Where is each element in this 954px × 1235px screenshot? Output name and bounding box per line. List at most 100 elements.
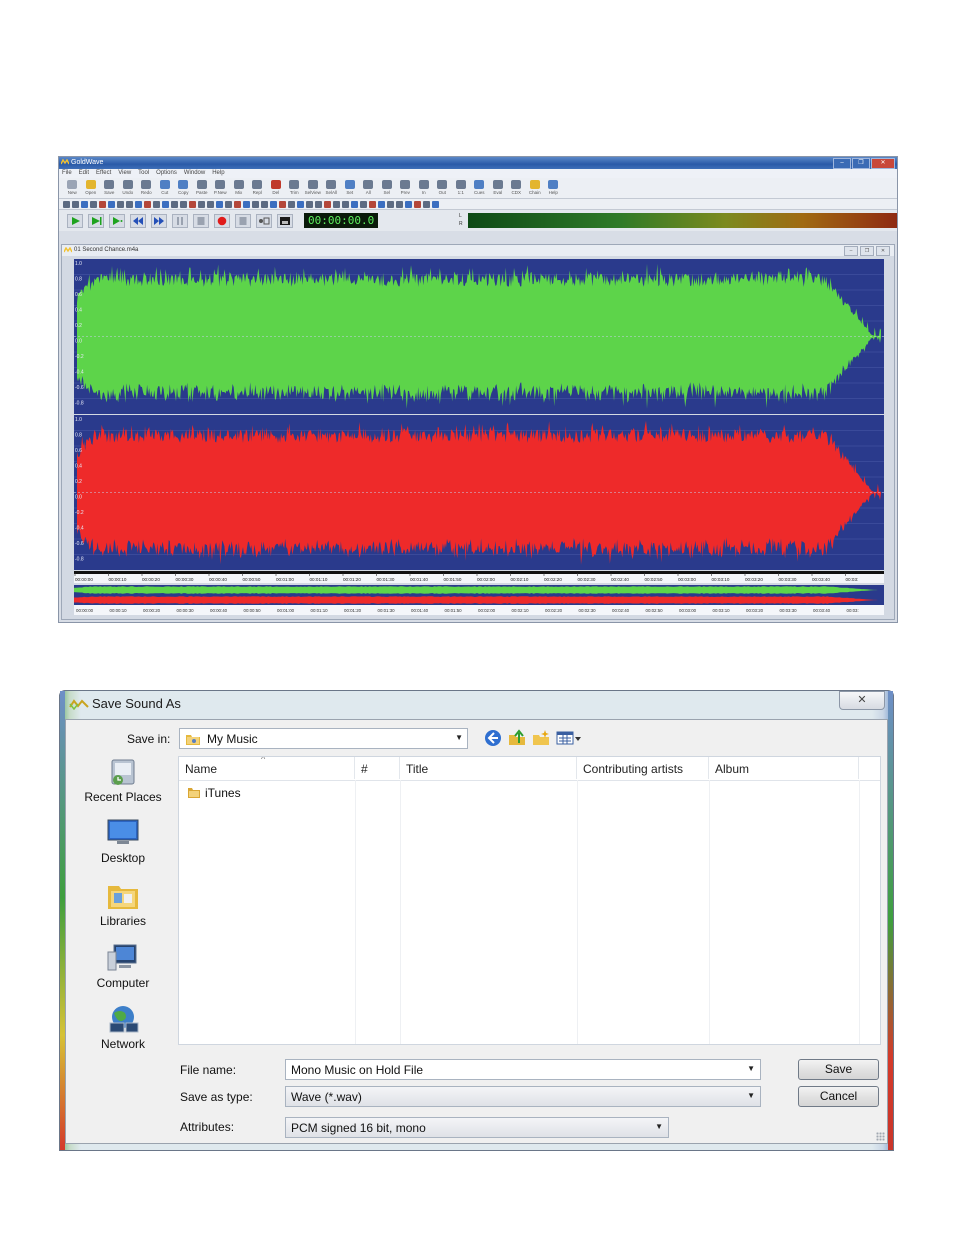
doc-restore-button[interactable]: ❐ [860,246,874,256]
column-header-album[interactable]: Album [709,757,859,779]
stop-button[interactable] [193,213,209,228]
doc-close-button[interactable]: ✕ [876,246,890,256]
trim-button[interactable]: Trim [285,179,304,198]
effect-tool-icon[interactable] [315,200,322,208]
effect-tool-icon[interactable] [414,200,421,208]
view-menu-icon[interactable] [556,729,582,747]
effect-tool-icon[interactable] [162,200,169,208]
save-in-dropdown[interactable]: My Music ▼ [179,728,468,749]
save-button[interactable]: Save [100,179,119,198]
effect-tool-icon[interactable] [180,200,187,208]
effect-tool-icon[interactable] [63,200,70,208]
del-button[interactable]: Del [267,179,286,198]
device-controls-button[interactable] [277,213,293,228]
all-button[interactable]: All [359,179,378,198]
place-libraries[interactable]: Libraries [69,880,177,928]
file-name-field[interactable]: Mono Music on Hold File [291,1063,423,1077]
effect-tool-icon[interactable] [288,200,295,208]
chevron-down-icon[interactable]: ▼ [747,1064,755,1073]
in-button[interactable]: In [415,179,434,198]
sel-button[interactable]: Sel [378,179,397,198]
column-header-contributing-artists[interactable]: Contributing artists [577,757,709,779]
1-1-button[interactable]: 1:1 [452,179,471,198]
effect-tool-icon[interactable] [207,200,214,208]
effect-tool-icon[interactable] [108,200,115,208]
effect-tool-icon[interactable] [171,200,178,208]
effect-tool-icon[interactable] [432,200,439,208]
effect-tool-icon[interactable] [90,200,97,208]
effect-tool-icon[interactable] [342,200,349,208]
doc-minimize-button[interactable]: – [844,246,858,256]
save-button[interactable]: Save [798,1059,879,1080]
effect-tool-icon[interactable] [279,200,286,208]
menu-help[interactable]: Help [212,169,224,178]
save-as-type-dropdown[interactable]: Wave (*.wav) ▼ [285,1086,761,1107]
effect-tool-icon[interactable] [387,200,394,208]
menu-view[interactable]: View [118,169,131,178]
place-computer[interactable]: Computer [69,942,177,990]
effect-tool-icon[interactable] [72,200,79,208]
effect-tool-icon[interactable] [144,200,151,208]
effect-tool-icon[interactable] [117,200,124,208]
column-header-number[interactable]: # [355,757,400,779]
close-button[interactable]: ✕ [871,158,895,169]
file-name-combobox[interactable]: Mono Music on Hold File ▼ [285,1059,761,1080]
play-from-button[interactable] [109,213,125,228]
out-button[interactable]: Out [433,179,452,198]
dialog-close-button[interactable]: ✕ [839,691,885,710]
effect-tool-icon[interactable] [396,200,403,208]
effect-tool-icon[interactable] [270,200,277,208]
waveform-display[interactable]: 1.0 0.8 0.6 0.4 0.2 0.0 -0.2 -0.4 -0.6 -0.8 1.0 0.8… [74,259,884,615]
effect-tool-icon[interactable] [261,200,268,208]
cancel-button[interactable]: Cancel [798,1086,879,1107]
mix-button[interactable]: Mix [230,179,249,198]
selall-button[interactable]: SelAll [322,179,341,198]
attributes-dropdown[interactable]: PCM signed 16 bit, mono ▼ [285,1117,669,1138]
play-selection-button[interactable] [88,213,104,228]
stop-record-button[interactable] [235,213,251,228]
effect-tool-icon[interactable] [423,200,430,208]
file-list[interactable]: Name # Title Contributing artists Album … [178,756,881,1045]
effect-tool-icon[interactable] [225,200,232,208]
place-recent-places[interactable]: Recent Places [69,756,177,804]
effect-tool-icon[interactable] [306,200,313,208]
menu-options[interactable]: Options [156,169,177,178]
undo-button[interactable]: Undo [119,179,138,198]
p-new-button[interactable]: P.New [211,179,230,198]
new-button[interactable]: New [63,179,82,198]
effect-tool-icon[interactable] [81,200,88,208]
effect-tool-icon[interactable] [234,200,241,208]
place-desktop[interactable]: Desktop [69,817,177,865]
cues-button[interactable]: Cues [470,179,489,198]
rewind-button[interactable] [130,213,146,228]
record-options-button[interactable] [256,213,272,228]
chain-button[interactable]: Chain [526,179,545,198]
minimize-button[interactable]: – [833,158,851,169]
menu-edit[interactable]: Edit [79,169,89,178]
redo-button[interactable]: Redo [137,179,156,198]
prev-button[interactable]: Prev [396,179,415,198]
resize-grip[interactable] [876,1132,885,1141]
effect-tool-icon[interactable] [189,200,196,208]
up-folder-icon[interactable] [508,729,526,747]
effect-tool-icon[interactable] [198,200,205,208]
restore-button[interactable]: ❐ [852,158,870,169]
back-icon[interactable] [484,729,502,747]
cut-button[interactable]: Cut [156,179,175,198]
effect-tool-icon[interactable] [369,200,376,208]
place-network[interactable]: Network [69,1003,177,1051]
cdx-button[interactable]: CDX [507,179,526,198]
pause-button[interactable] [172,213,188,228]
copy-button[interactable]: Copy [174,179,193,198]
help-button[interactable]: Help [544,179,563,198]
effect-tool-icon[interactable] [216,200,223,208]
repl-button[interactable]: Repl [248,179,267,198]
effect-tool-icon[interactable] [405,200,412,208]
effect-tool-icon[interactable] [333,200,340,208]
column-header-title[interactable]: Title [400,757,577,779]
effect-tool-icon[interactable] [360,200,367,208]
menu-window[interactable]: Window [184,169,205,178]
eval-button[interactable]: Eval [489,179,508,198]
effect-tool-icon[interactable] [324,200,331,208]
play-button[interactable] [67,213,83,228]
